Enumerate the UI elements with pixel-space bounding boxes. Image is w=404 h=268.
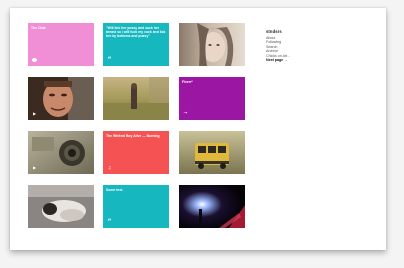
post-caption: The Whiteal Boy Alive — Burning	[106, 134, 160, 138]
post-tile-photo[interactable]	[103, 77, 169, 120]
quote-icon: “	[107, 56, 112, 63]
post-caption: "Will lick her pussy and suck her breast…	[106, 26, 166, 39]
camera-closeup-video	[28, 131, 94, 174]
next-page-link[interactable]: Next page →	[266, 58, 336, 62]
link-icon: →	[183, 111, 188, 116]
post-caption: Some text.	[106, 188, 124, 192]
person-in-field-photo	[103, 77, 169, 120]
person-lying-down-photo	[28, 185, 94, 228]
post-tile-audio[interactable]: The Whiteal Boy Alive — Burning ♫	[103, 131, 169, 174]
school-bus-photo	[179, 131, 245, 174]
man-face-video	[28, 77, 94, 120]
dark-concert-lights-photo	[179, 185, 245, 228]
post-tile-chat[interactable]: The Chat	[28, 23, 94, 66]
play-icon: ▶	[32, 165, 37, 170]
post-tile-link[interactable]: Fiverr* →	[179, 77, 245, 120]
speaker-icon: ♫	[107, 165, 112, 170]
woman-portrait-photo	[179, 23, 245, 66]
post-tile-photo[interactable]	[179, 23, 245, 66]
post-tile-text[interactable]: Some text. “	[103, 185, 169, 228]
post-tile-quote[interactable]: "Will lick her pussy and suck her breast…	[103, 23, 169, 66]
post-tile-video[interactable]: ▶	[28, 77, 94, 120]
blog-title[interactable]: stndsrs	[266, 29, 336, 34]
chat-bubble-icon	[32, 58, 37, 62]
page-frame: The Chat "Will lick her pussy and suck h…	[10, 8, 386, 250]
play-icon: ▶	[32, 111, 37, 116]
post-tile-video[interactable]: ▶	[28, 131, 94, 174]
quote-icon: “	[107, 218, 112, 225]
post-tile-photo[interactable]	[179, 185, 245, 228]
post-caption: The Chat	[31, 26, 46, 30]
sidebar: stndsrs About Following Search Archive C…	[266, 29, 336, 62]
post-caption: Fiverr*	[182, 80, 193, 84]
post-tile-photo[interactable]	[28, 185, 94, 228]
post-tile-photo[interactable]	[179, 131, 245, 174]
